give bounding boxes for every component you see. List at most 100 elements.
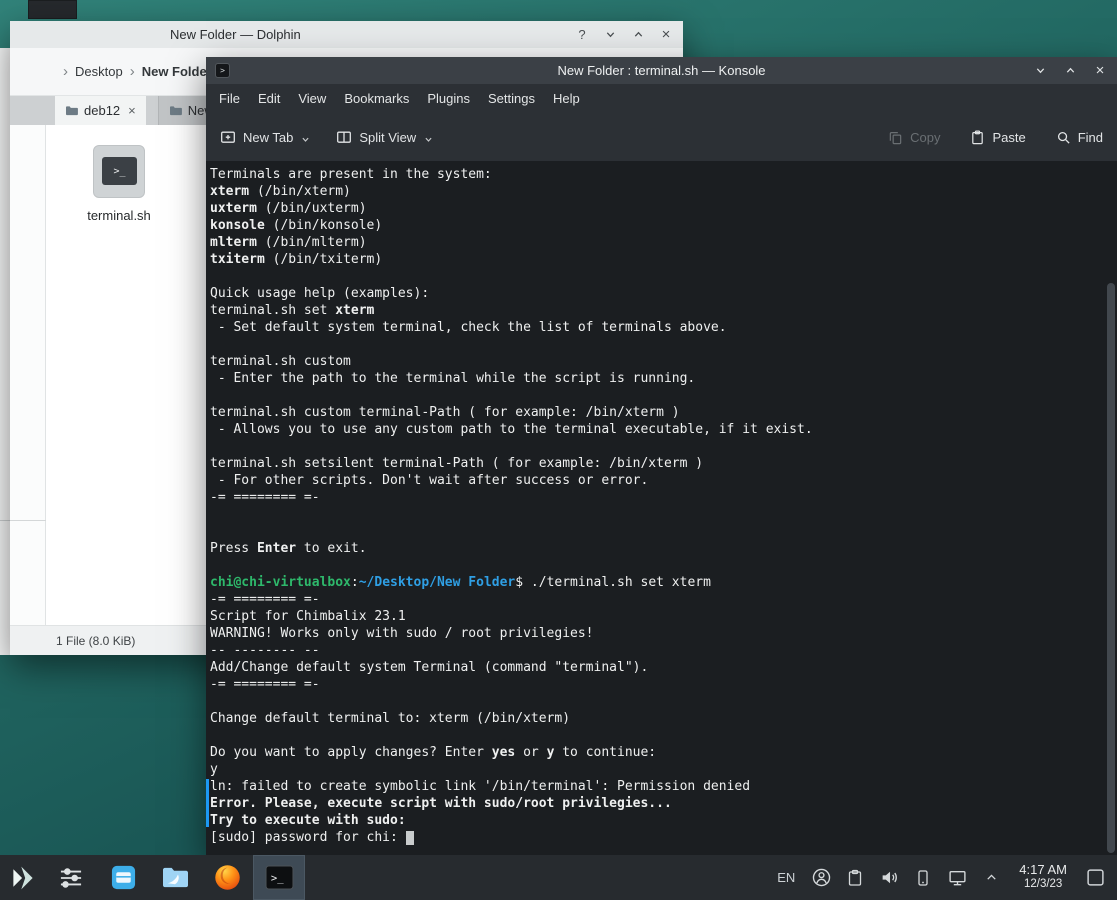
split-view-icon	[336, 129, 352, 145]
konsole-titlebar[interactable]: > New Folder : terminal.sh — Konsole ×	[206, 57, 1117, 84]
breadcrumb-item-desktop[interactable]: Desktop	[75, 64, 123, 79]
background-window-fragment	[28, 0, 77, 19]
terminal-line: - Enter the path to the terminal while t…	[210, 370, 1103, 387]
find-button[interactable]: Find	[1056, 130, 1103, 145]
clock-widget[interactable]: 4:17 AM 12/3/23	[1019, 863, 1067, 891]
taskbar: >_ EN 4:17 AM 12/3/23	[0, 855, 1117, 900]
konsole-icon: >_	[265, 865, 294, 890]
terminal-line	[210, 506, 1103, 523]
terminal-cursor	[406, 831, 414, 845]
keyboard-layout-indicator[interactable]: EN	[777, 870, 795, 885]
new-tab-button[interactable]: New Tab	[220, 129, 310, 145]
svg-text:>_: >_	[270, 872, 283, 884]
desktop: { "desktop": { "accent": "#1d99f3" }, "w…	[0, 0, 1117, 900]
dolphin-titlebar[interactable]: New Folder — Dolphin ? ×	[10, 21, 683, 48]
close-button[interactable]: ×	[657, 26, 675, 44]
terminal-line: Add/Change default system Terminal (comm…	[210, 659, 1103, 676]
smartphone-icon	[914, 869, 932, 887]
terminal-line: terminal.sh custom	[210, 353, 1103, 370]
menu-view[interactable]: View	[289, 84, 335, 113]
show-desktop-button[interactable]	[1085, 868, 1105, 888]
clipboard-icon	[846, 869, 864, 887]
breadcrumb-item-current-folder[interactable]: New Folder	[142, 64, 212, 79]
terminal-line: -= ======== =-	[210, 676, 1103, 693]
display-icon	[948, 868, 967, 887]
system-tray: EN 4:17 AM 12/3/23	[777, 863, 1117, 891]
terminal-line	[210, 387, 1103, 404]
paste-button[interactable]: Paste	[970, 130, 1025, 145]
terminal-line: ln: failed to create symbolic link '/bin…	[210, 778, 1103, 795]
terminal-line: Do you want to apply changes? Enter yes …	[210, 744, 1103, 761]
konsole-task-button[interactable]: >_	[253, 855, 305, 900]
folder-icon	[169, 105, 182, 116]
new-output-indicator	[206, 779, 209, 827]
device-connect-button[interactable]	[913, 868, 933, 888]
clock-time: 4:17 AM	[1019, 863, 1067, 878]
terminal-line: - For other scripts. Don't wait after su…	[210, 472, 1103, 489]
terminal-glyph-icon: >_	[102, 157, 137, 185]
split-view-button[interactable]: Split View	[336, 129, 433, 145]
minimize-button[interactable]	[601, 26, 619, 44]
chevron-up-icon	[633, 29, 644, 40]
pinned-app-blue-button[interactable]	[97, 855, 149, 900]
terminal-line	[210, 557, 1103, 574]
terminal-line: [sudo] password for chi:	[210, 829, 1103, 846]
user-switcher-button[interactable]	[811, 868, 831, 888]
menu-edit[interactable]: Edit	[249, 84, 289, 113]
terminal-line: -- -------- --	[210, 642, 1103, 659]
menu-help[interactable]: Help	[544, 84, 589, 113]
copy-icon	[888, 130, 903, 145]
terminal-line: Press Enter to exit.	[210, 540, 1103, 557]
paste-label: Paste	[992, 130, 1025, 145]
terminal-scrollbar[interactable]	[1107, 161, 1115, 853]
app-launcher-button[interactable]	[0, 855, 45, 900]
firefox-task-button[interactable]	[201, 855, 253, 900]
terminal-line: chi@chi-virtualbox:~/Desktop/New Folder$…	[210, 574, 1103, 591]
find-icon	[1056, 130, 1071, 145]
terminal-line: - Set default system terminal, check the…	[210, 319, 1103, 336]
tab-close-icon[interactable]: ×	[128, 103, 136, 118]
paste-icon	[970, 130, 985, 145]
places-panel	[10, 125, 46, 625]
terminal-line: Script for Chimbalix 23.1	[210, 608, 1103, 625]
terminal-line: Change default terminal to: xterm (/bin/…	[210, 710, 1103, 727]
terminal-output[interactable]: Terminals are present in the system:xter…	[206, 161, 1117, 855]
maximize-button[interactable]	[1061, 62, 1079, 80]
breadcrumb-chevron-icon: ›	[63, 63, 68, 80]
firefox-icon	[213, 863, 242, 892]
terminal-line: terminal.sh set xterm	[210, 302, 1103, 319]
menu-plugins[interactable]: Plugins	[418, 84, 479, 113]
volume-icon	[880, 868, 899, 887]
clipboard-button[interactable]	[845, 868, 865, 888]
terminal-line	[210, 727, 1103, 744]
maximize-button[interactable]	[629, 26, 647, 44]
scrollbar-thumb[interactable]	[1107, 283, 1115, 853]
panel-settings-button[interactable]	[45, 855, 97, 900]
menu-file[interactable]: File	[210, 84, 249, 113]
minimize-button[interactable]	[1031, 62, 1049, 80]
terminal-line	[210, 693, 1103, 710]
konsole-menubar: File Edit View Bookmarks Plugins Setting…	[206, 84, 1117, 113]
chevron-down-icon	[605, 29, 616, 40]
menu-bookmarks[interactable]: Bookmarks	[335, 84, 418, 113]
sliders-icon	[58, 867, 84, 889]
desktop-peek-icon	[1086, 868, 1105, 887]
tab-deb12[interactable]: deb12 ×	[55, 96, 146, 125]
help-button[interactable]: ?	[573, 26, 591, 44]
terminal-line	[210, 268, 1103, 285]
menu-settings[interactable]: Settings	[479, 84, 544, 113]
statusbar-text: 1 File (8.0 KiB)	[56, 634, 135, 648]
terminal-line: terminal.sh custom terminal-Path ( for e…	[210, 404, 1103, 421]
terminal-line	[210, 438, 1103, 455]
close-button[interactable]: ×	[1091, 62, 1109, 80]
file-item-terminal-sh[interactable]: >_ terminal.sh	[60, 145, 178, 223]
app-launcher-icon	[9, 864, 37, 892]
konsole-window: > New Folder : terminal.sh — Konsole × F…	[206, 57, 1117, 855]
display-settings-button[interactable]	[947, 868, 967, 888]
volume-button[interactable]	[879, 868, 899, 888]
dolphin-task-button[interactable]	[149, 855, 201, 900]
folder-icon	[65, 105, 78, 116]
tray-expander-button[interactable]	[981, 868, 1001, 888]
copy-button[interactable]: Copy	[888, 130, 940, 145]
terminal-line: y	[210, 761, 1103, 778]
